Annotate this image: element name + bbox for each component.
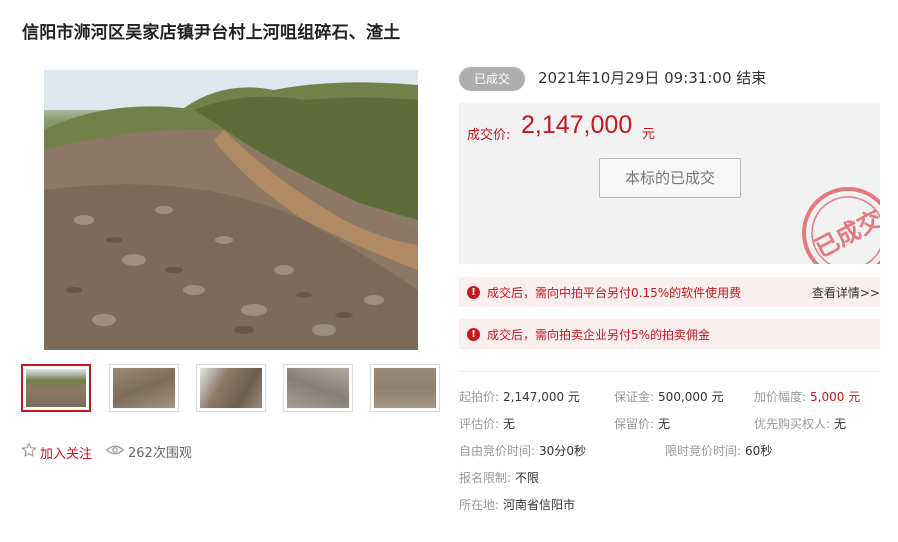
notice-software-fee: ! 成交后，需向中拍平台另付0.15%的软件使用费 查看详情>> (459, 277, 880, 307)
thumbnail-1[interactable] (21, 364, 91, 412)
follow-label: 加入关注 (40, 446, 93, 462)
page-title: 信阳市浉河区吴家店镇尹台村上河咀组碎石、渣土 (22, 23, 401, 43)
appraisal-price: 评估价: 无 (459, 415, 515, 432)
location-value: 河南省信阳市 (503, 498, 576, 512)
eye-icon (105, 444, 125, 460)
registration-restriction: 报名限制: 不限 (459, 469, 539, 486)
start-price: 起拍价: 2,147,000 元 (459, 388, 580, 405)
sold-button[interactable]: 本标的已成交 (599, 158, 741, 198)
free-bid-time: 自由竞价时间: 30分0秒 (459, 442, 586, 459)
notice-commission: ! 成交后，需向拍卖企业另付5%的拍卖佣金 (459, 319, 880, 349)
deposit-label: 保证金: (614, 390, 655, 404)
timed-bid-time-label: 限时竞价时间: (665, 444, 742, 458)
stamp-text: 已成交 (810, 205, 880, 264)
divider (459, 371, 880, 372)
timed-bid-time-value: 60秒 (745, 444, 773, 458)
star-icon (21, 442, 37, 462)
appraisal-value: 无 (503, 417, 516, 431)
warning-icon: ! (467, 327, 480, 341)
free-bid-time-value: 30分0秒 (539, 444, 586, 458)
rock-slope-image (44, 70, 418, 350)
location-label: 所在地: (459, 498, 500, 512)
price-value: 2,147,000 (521, 111, 633, 139)
free-bid-time-label: 自由竞价时间: (459, 444, 536, 458)
end-time: 2021年10月29日 09:31:00 结束 (538, 69, 767, 87)
priority-value: 无 (834, 417, 847, 431)
bid-increment-value: 5,000 元 (810, 390, 861, 404)
location: 所在地: 河南省信阳市 (459, 496, 575, 513)
price-unit: 元 (642, 127, 656, 142)
thumbnail-2[interactable] (109, 364, 179, 412)
priority-label: 优先购买权人: (754, 417, 831, 431)
start-price-value: 2,147,000 元 (503, 390, 580, 404)
follow-button[interactable]: 加入关注 (21, 442, 92, 462)
view-details-link[interactable]: 查看详情>> (812, 284, 880, 301)
bid-increment-label: 加价幅度: (754, 390, 807, 404)
view-count-label: 262次围观 (128, 446, 192, 461)
deposit: 保证金: 500,000 元 (614, 388, 724, 405)
restriction-label: 报名限制: (459, 471, 512, 485)
notice-text: 成交后，需向拍卖企业另付5%的拍卖佣金 (487, 327, 711, 342)
restriction-value: 不限 (515, 471, 540, 485)
view-count: 262次围观 (105, 442, 192, 461)
bid-increment: 加价幅度: 5,000 元 (754, 388, 860, 405)
reserve-value: 无 (658, 417, 671, 431)
reserve-label: 保留价: (614, 417, 655, 431)
appraisal-label: 评估价: (459, 417, 500, 431)
sold-stamp: 已成交 (802, 187, 880, 264)
timed-bid-time: 限时竞价时间: 60秒 (665, 442, 772, 459)
notice-text: 成交后，需向中拍平台另付0.15%的软件使用费 (487, 285, 742, 300)
price-panel: 成交价: 2,147,000 元 本标的已成交 已成交 (459, 103, 880, 264)
warning-icon: ! (467, 285, 480, 299)
thumbnail-5[interactable] (370, 364, 440, 412)
start-price-label: 起拍价: (459, 390, 500, 404)
main-photo[interactable] (44, 70, 418, 350)
priority-buyer: 优先购买权人: 无 (754, 415, 846, 432)
thumbnail-3[interactable] (196, 364, 266, 412)
status-badge: 已成交 (459, 67, 525, 91)
reserve-price: 保留价: 无 (614, 415, 670, 432)
deposit-value: 500,000 元 (658, 390, 724, 404)
thumbnail-4[interactable] (283, 364, 353, 412)
price-label: 成交价: (467, 128, 511, 143)
